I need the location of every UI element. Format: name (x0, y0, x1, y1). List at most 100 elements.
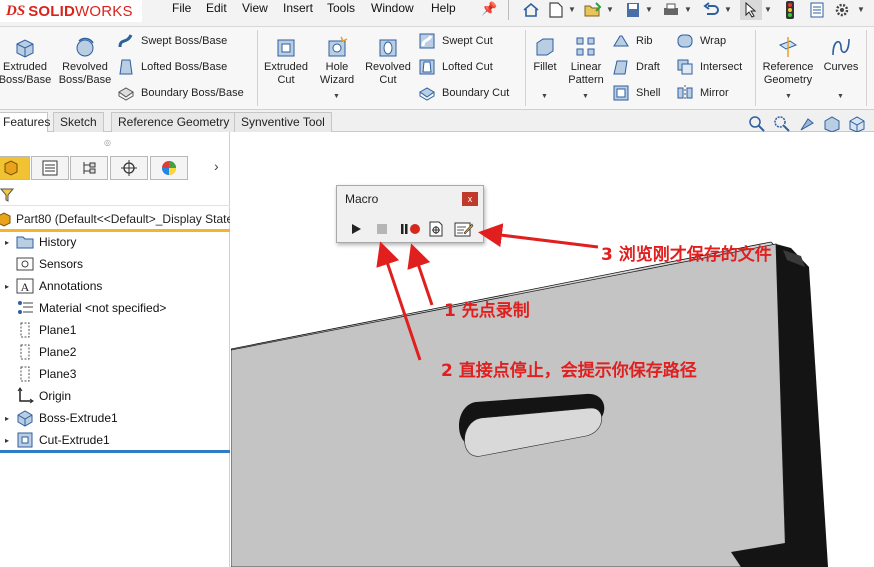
tree-item-label: Material <not specified> (39, 301, 167, 315)
mirror-label: Mirror (700, 87, 729, 99)
lofted-cut-button[interactable]: Lofted Cut (418, 56, 493, 78)
pin-menu-icon[interactable]: 📌 (481, 1, 497, 17)
open-icon[interactable] (582, 0, 604, 20)
print-icon[interactable] (660, 0, 682, 20)
linear-pattern-button[interactable]: Linear Pattern (565, 27, 607, 87)
tree-item-sensors[interactable]: Sensors (0, 253, 230, 275)
display-manager-icon[interactable] (150, 156, 188, 180)
tree-item-material[interactable]: Material <not specified> (0, 297, 230, 319)
options-gear-icon[interactable] (831, 0, 853, 20)
draft-label: Draft (636, 61, 660, 73)
graphics-viewport[interactable] (231, 132, 874, 567)
revolved-cut-button[interactable]: Revolved Cut (362, 27, 414, 87)
boundary-cut-label: Boundary Cut (442, 87, 510, 99)
zoom-to-area-icon[interactable] (773, 115, 791, 133)
play-macro-button[interactable] (347, 220, 365, 238)
tab-synventive-tool[interactable]: Synventive Tool (234, 112, 332, 132)
tab-sketch[interactable]: Sketch (53, 112, 104, 132)
tree-item-plane3[interactable]: Plane3 (0, 363, 230, 385)
tree-item-history[interactable]: ▸ History (0, 231, 230, 253)
intersect-button[interactable]: Intersect (676, 56, 742, 78)
intersect-label: Intersect (700, 61, 743, 73)
shell-button[interactable]: Shell (612, 82, 660, 104)
select-arrow-icon[interactable] (740, 0, 762, 20)
view-orientation-icon[interactable] (848, 115, 866, 133)
boundary-boss-button[interactable]: Boundary Boss/Base (117, 82, 244, 104)
dimxpert-icon[interactable] (110, 156, 148, 180)
stop-macro-button[interactable] (373, 220, 391, 238)
lofted-boss-button[interactable]: Lofted Boss/Base (117, 56, 227, 78)
wrap-button[interactable]: Wrap (676, 30, 726, 52)
record-pause-macro-button[interactable] (399, 220, 423, 238)
new-macro-button[interactable] (427, 220, 445, 238)
menu-tools[interactable]: Tools (327, 1, 355, 15)
brand-name: SOLIDWORKS (28, 2, 133, 20)
tree-item-label: Cut-Extrude1 (39, 433, 110, 447)
reference-geometry-button[interactable]: Reference Geometry (758, 27, 818, 87)
home-icon[interactable] (520, 0, 542, 20)
configuration-manager-icon[interactable] (70, 156, 108, 180)
tree-item-cut-extrude1[interactable]: ▸ Cut-Extrude1 (0, 429, 230, 451)
expand-arrow-icon[interactable]: ▸ (0, 436, 14, 445)
tree-item-plane1[interactable]: Plane1 (0, 319, 230, 341)
tree-item-label: Boss-Extrude1 (39, 411, 118, 425)
swept-boss-button[interactable]: Swept Boss/Base (117, 30, 227, 52)
boundary-cut-button[interactable]: Boundary Cut (418, 82, 509, 104)
file-properties-icon[interactable] (806, 0, 828, 20)
fillet-button[interactable]: Fillet (528, 27, 562, 74)
expand-arrow-icon[interactable]: ▸ (0, 238, 14, 247)
revolved-boss-button[interactable]: Revolved Boss/Base (58, 27, 112, 87)
rollback-bar[interactable] (0, 450, 230, 453)
swept-cut-button[interactable]: Swept Cut (418, 30, 493, 52)
mirror-button[interactable]: Mirror (676, 82, 729, 104)
curves-button[interactable]: Curves (820, 27, 862, 74)
draft-button[interactable]: Draft (612, 56, 660, 78)
swept-boss-icon (118, 34, 133, 48)
section-view-icon[interactable] (823, 115, 841, 133)
feature-manager-icon[interactable] (0, 156, 30, 180)
plane-icon (20, 322, 30, 338)
traffic-light-icon[interactable] (779, 0, 801, 20)
hole-wizard-button[interactable]: Hole Wizard (314, 27, 360, 87)
menu-insert[interactable]: Insert (283, 1, 313, 15)
reference-geometry-icon (778, 37, 798, 57)
previous-view-icon[interactable] (798, 115, 816, 133)
undo-icon[interactable] (700, 0, 722, 20)
property-manager-icon[interactable] (31, 156, 69, 180)
solidworks-logo[interactable]: DS SOLIDWORKS (0, 0, 142, 22)
macro-toolbar-window[interactable]: Macro x (336, 185, 484, 243)
expand-arrow-icon[interactable]: ▸ (0, 414, 14, 423)
tree-item-annotations[interactable]: ▸ A Annotations (0, 275, 230, 297)
extruded-boss-label: Extruded Boss/Base (0, 61, 52, 86)
revolved-cut-label: Revolved Cut (365, 61, 411, 86)
menu-help[interactable]: Help (431, 1, 456, 15)
save-icon[interactable] (622, 0, 644, 20)
panel-grip-icon[interactable]: ◎ (104, 138, 111, 147)
chevron-right-icon[interactable]: › (214, 158, 219, 174)
tree-root-part[interactable]: Part80 (Default<<Default>_Display State (0, 208, 230, 232)
rib-button[interactable]: Rib (612, 30, 653, 52)
extruded-cut-label: Extruded Cut (263, 61, 309, 86)
tree-item-boss-extrude1[interactable]: ▸ Boss-Extrude1 (0, 407, 230, 429)
svg-text:A: A (21, 280, 30, 294)
tree-item-origin[interactable]: Origin (0, 385, 230, 407)
swept-cut-label: Swept Cut (442, 35, 493, 47)
zoom-to-fit-icon[interactable] (748, 115, 766, 133)
part-model-3d[interactable] (231, 132, 874, 567)
filter-icon[interactable] (0, 187, 14, 203)
macro-title: Macro (345, 192, 379, 206)
tab-reference-geometry[interactable]: Reference Geometry (111, 112, 237, 132)
annotation-step1: 1 先点录制 (444, 301, 530, 321)
expand-arrow-icon[interactable]: ▸ (0, 282, 14, 291)
edit-macro-button[interactable] (453, 220, 475, 238)
tab-features[interactable]: Features (0, 112, 50, 132)
menu-edit[interactable]: Edit (206, 1, 227, 15)
new-document-icon[interactable] (545, 0, 567, 20)
extruded-boss-button[interactable]: Extruded Boss/Base (0, 27, 52, 87)
menu-file[interactable]: File (172, 1, 191, 15)
menu-window[interactable]: Window (371, 1, 414, 15)
close-button[interactable]: x (462, 192, 478, 206)
extruded-cut-button[interactable]: Extruded Cut (261, 27, 311, 87)
menu-view[interactable]: View (242, 1, 268, 15)
tree-item-plane2[interactable]: Plane2 (0, 341, 230, 363)
